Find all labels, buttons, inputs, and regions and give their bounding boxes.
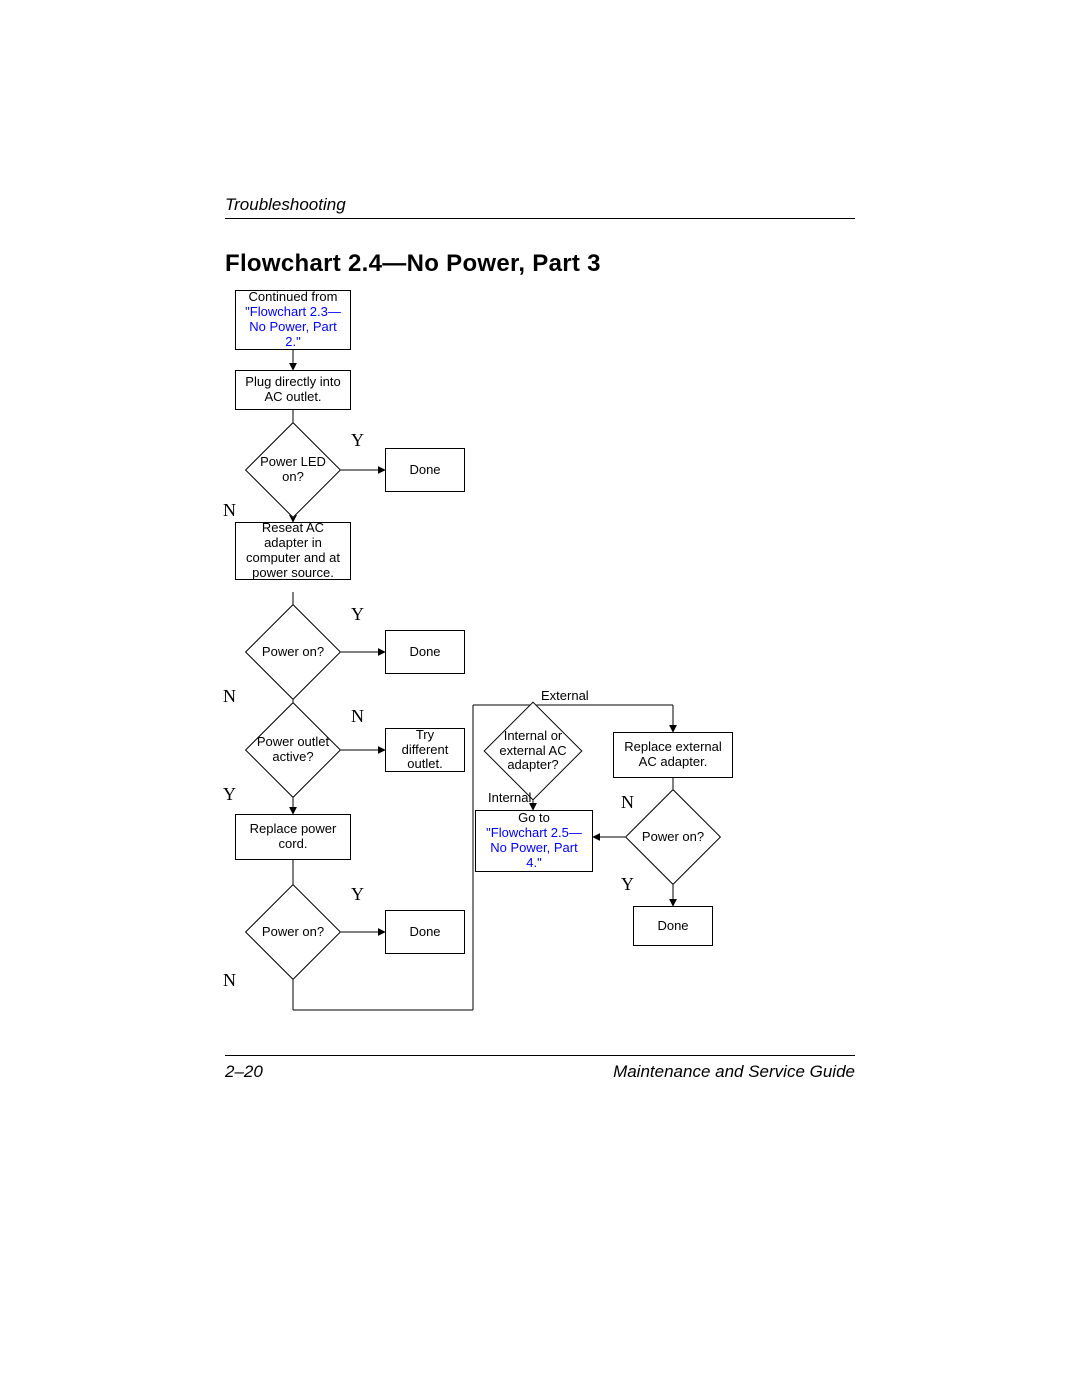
node-poweron-1: Power on?	[245, 618, 341, 686]
node-plug-ac: Plug directly into AC outlet.	[235, 370, 351, 410]
continued-from-prefix: Continued from	[249, 289, 338, 304]
node-replace-external: Replace external AC adapter.	[613, 732, 733, 778]
node-goto: Go to "Flowchart 2.5—No Power, Part 4."	[475, 810, 593, 872]
goto-prefix: Go to	[518, 810, 550, 825]
node-poweron-1-text: Power on?	[262, 645, 324, 660]
continued-from-link[interactable]: "Flowchart 2.3—No Power, Part 2."	[245, 304, 341, 349]
label-n-4: N	[223, 970, 236, 991]
node-plug-ac-text: Plug directly into AC outlet.	[242, 375, 344, 405]
footer-guide: Maintenance and Service Guide	[613, 1062, 855, 1082]
node-replace-external-text: Replace external AC adapter.	[620, 740, 726, 770]
label-y-1: Y	[351, 430, 364, 451]
header-rule	[225, 218, 855, 219]
label-y-5: Y	[621, 874, 634, 895]
label-y-3: Y	[223, 784, 236, 805]
footer-rule	[225, 1055, 855, 1056]
page-title: Flowchart 2.4—No Power, Part 3	[225, 250, 601, 278]
node-poweron-2: Power on?	[245, 898, 341, 966]
node-done-2: Done	[385, 630, 465, 674]
node-poweron-2-text: Power on?	[262, 925, 324, 940]
node-int-ext-text: Internal or external AC adapter?	[487, 729, 579, 774]
node-replace-cord-text: Replace power cord.	[242, 822, 344, 852]
node-done-4-text: Done	[657, 919, 688, 934]
node-try-outlet: Try different outlet.	[385, 728, 465, 772]
node-done-3-text: Done	[409, 925, 440, 940]
label-y-2: Y	[351, 604, 364, 625]
node-poweron-3-text: Power on?	[642, 830, 704, 845]
node-done-2-text: Done	[409, 645, 440, 660]
label-n-2: N	[223, 686, 236, 707]
node-goto-text: Go to "Flowchart 2.5—No Power, Part 4."	[482, 811, 586, 871]
node-continued-from: Continued from "Flowchart 2.3—No Power, …	[235, 290, 351, 350]
flowchart-canvas: Continued from "Flowchart 2.3—No Power, …	[233, 290, 873, 1040]
node-reseat-adapter-text: Reseat AC adapter in computer and at pow…	[242, 521, 344, 581]
label-external: External	[541, 688, 589, 703]
section-header: Troubleshooting	[225, 195, 346, 215]
label-n-5: N	[621, 792, 634, 813]
node-try-outlet-text: Try different outlet.	[392, 728, 458, 773]
node-reseat-adapter: Reseat AC adapter in computer and at pow…	[235, 522, 351, 580]
node-done-1: Done	[385, 448, 465, 492]
node-int-ext: Internal or external AC adapter?	[483, 716, 583, 786]
node-done-4: Done	[633, 906, 713, 946]
label-internal: Internal	[488, 790, 531, 805]
node-poweron-3: Power on?	[625, 803, 721, 871]
node-replace-cord: Replace power cord.	[235, 814, 351, 860]
node-power-led-text: Power LED on?	[249, 455, 337, 485]
node-outlet-active-text: Power outlet active?	[249, 735, 337, 765]
node-done-3: Done	[385, 910, 465, 954]
node-continued-from-text: Continued from "Flowchart 2.3—No Power, …	[242, 290, 344, 350]
label-n-1: N	[223, 500, 236, 521]
node-outlet-active: Power outlet active?	[245, 716, 341, 784]
footer-page: 2–20	[225, 1062, 263, 1082]
node-done-1-text: Done	[409, 463, 440, 478]
node-power-led: Power LED on?	[245, 436, 341, 504]
label-y-4: Y	[351, 884, 364, 905]
goto-link[interactable]: "Flowchart 2.5—No Power, Part 4."	[486, 825, 582, 870]
label-n-3: N	[351, 706, 364, 727]
